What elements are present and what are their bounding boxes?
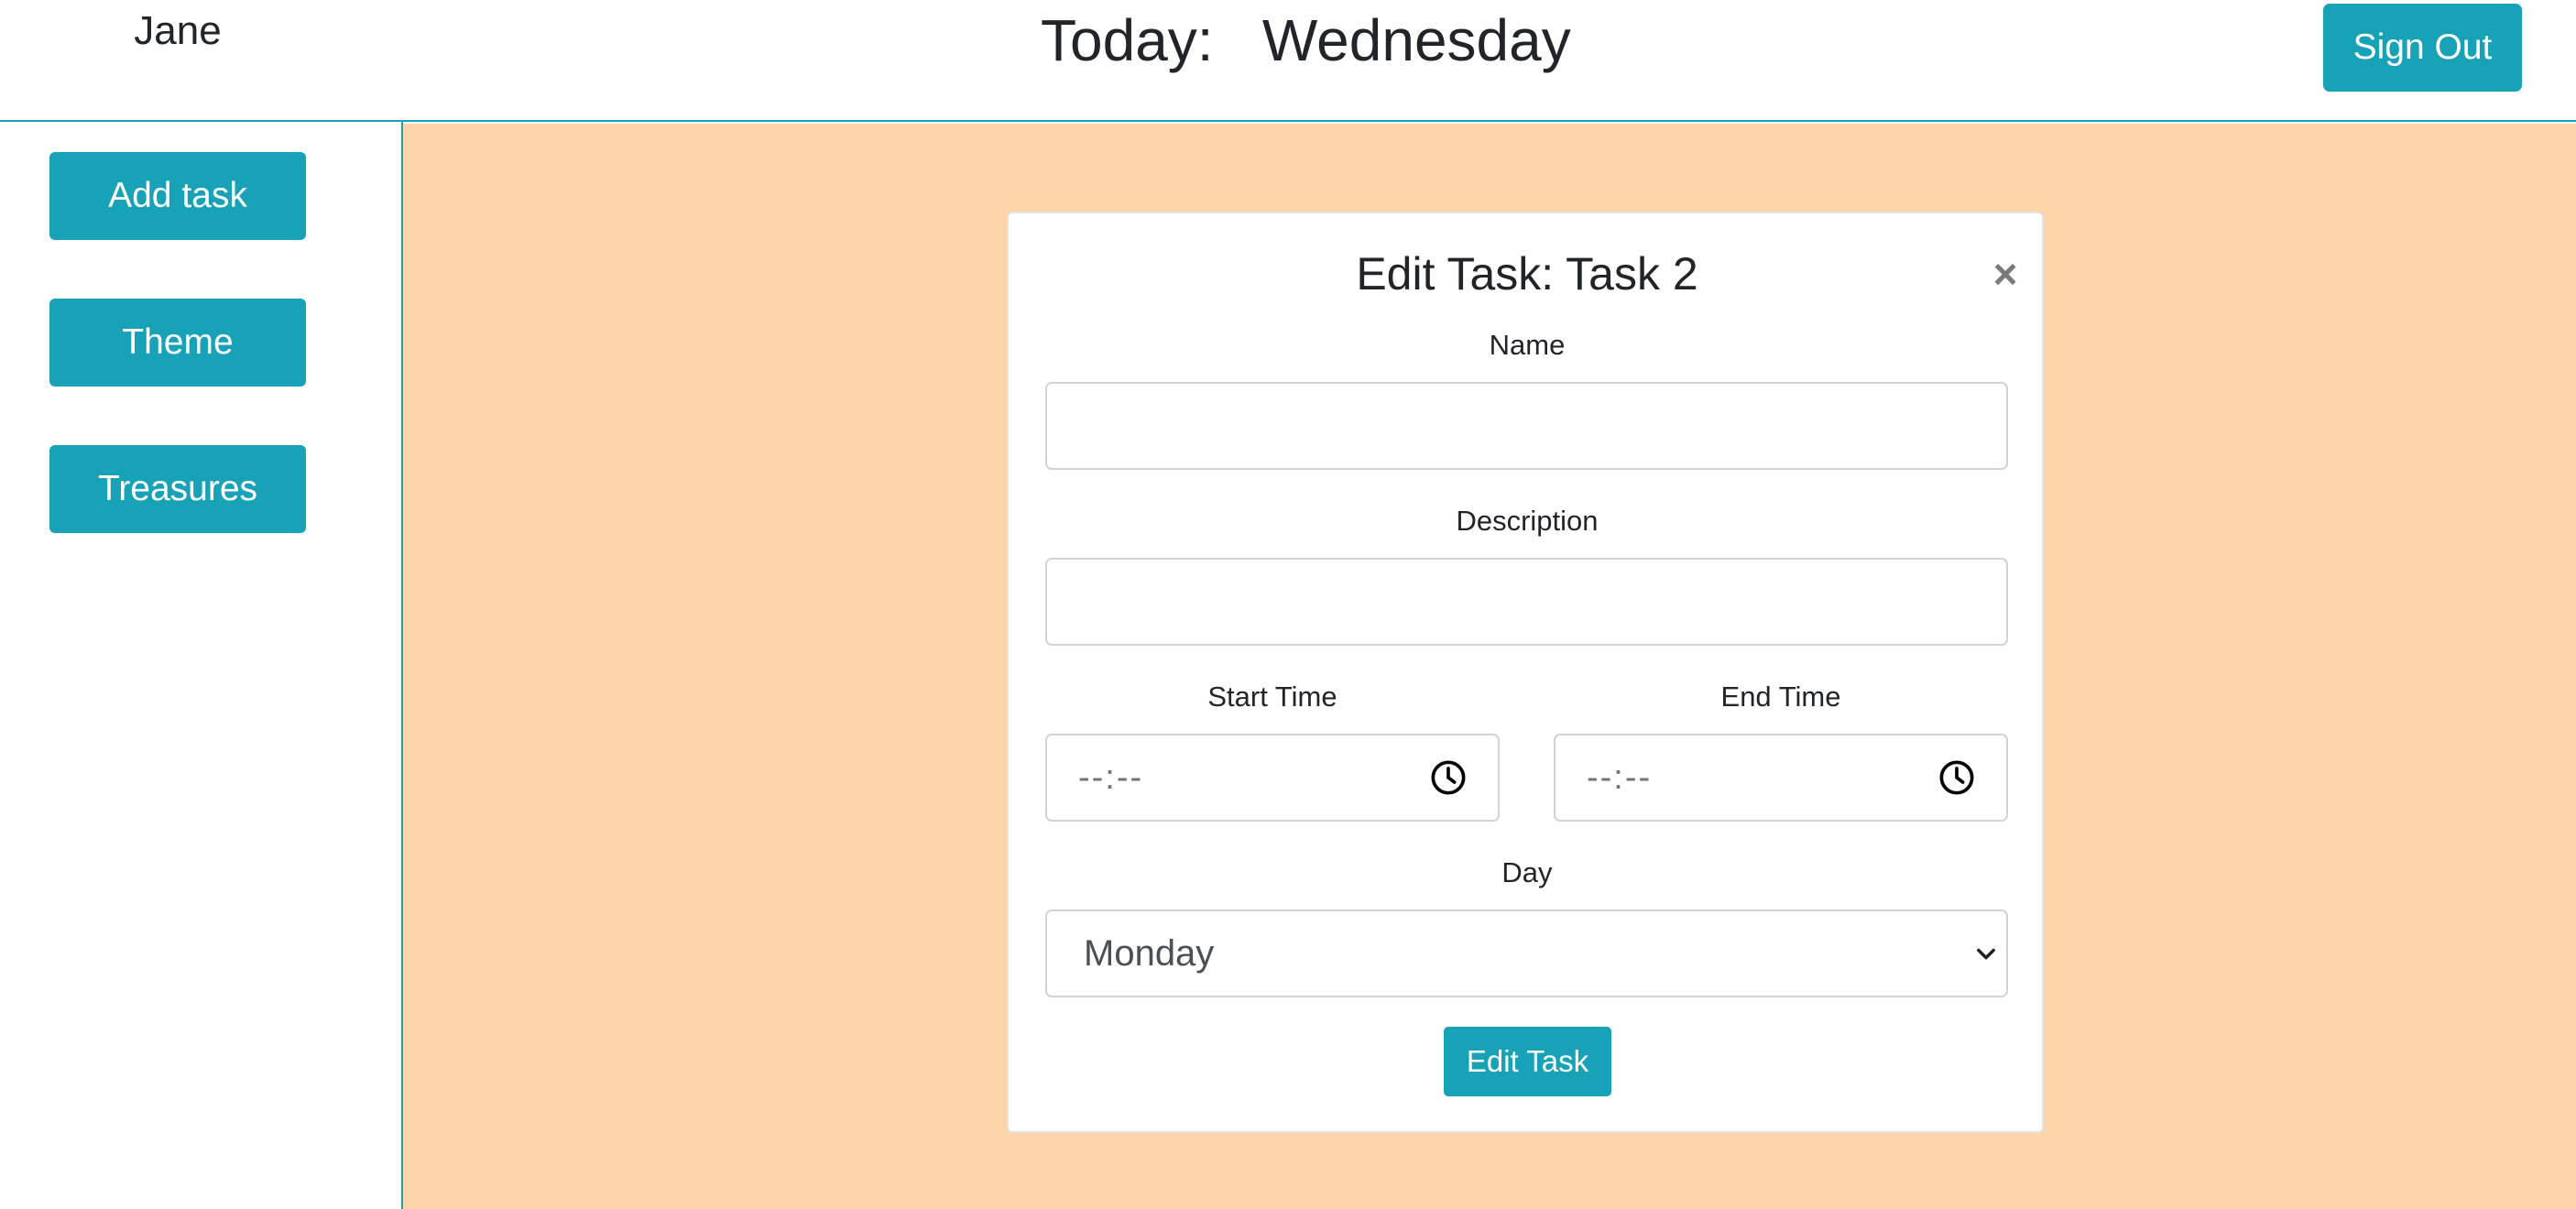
today-heading: Today: Wednesday bbox=[1041, 7, 1571, 73]
end-time-value: --:-- bbox=[1587, 757, 1653, 797]
edit-task-modal: Edit Task: Task 2 × Name Description Sta… bbox=[1007, 212, 2044, 1133]
description-field[interactable] bbox=[1045, 558, 2008, 646]
start-time-field[interactable]: --:-- bbox=[1045, 734, 1500, 822]
start-time-value: --:-- bbox=[1078, 757, 1144, 797]
sidebar: Add task Theme Treasures bbox=[0, 0, 403, 1209]
day-label: Day bbox=[1501, 856, 1553, 888]
name-field[interactable] bbox=[1045, 382, 2008, 470]
modal-title: Edit Task: Task 2 bbox=[1356, 248, 1698, 300]
clock-icon[interactable] bbox=[1938, 759, 1975, 796]
name-label: Name bbox=[1489, 329, 1566, 361]
day-select[interactable]: Monday bbox=[1045, 909, 2008, 997]
app: Add task Theme Treasures Jane Today: Wed… bbox=[0, 0, 2576, 1209]
header: Jane Today: Wednesday Sign Out bbox=[0, 0, 2576, 122]
theme-button[interactable]: Theme bbox=[49, 299, 306, 387]
username: Jane bbox=[134, 8, 222, 53]
treasures-button[interactable]: Treasures bbox=[49, 445, 306, 533]
chevron-down-icon bbox=[1977, 948, 1995, 960]
end-time-label: End Time bbox=[1720, 681, 1841, 713]
end-time-field[interactable]: --:-- bbox=[1554, 734, 2008, 822]
clock-icon[interactable] bbox=[1430, 759, 1467, 796]
start-time-label: Start Time bbox=[1207, 681, 1337, 713]
add-task-button[interactable]: Add task bbox=[49, 152, 306, 240]
day-select-value: Monday bbox=[1084, 932, 1215, 974]
description-label: Description bbox=[1456, 505, 1599, 537]
sign-out-button[interactable]: Sign Out bbox=[2323, 4, 2522, 92]
edit-task-button[interactable]: Edit Task bbox=[1444, 1027, 1611, 1096]
close-icon[interactable]: × bbox=[1978, 246, 2033, 301]
